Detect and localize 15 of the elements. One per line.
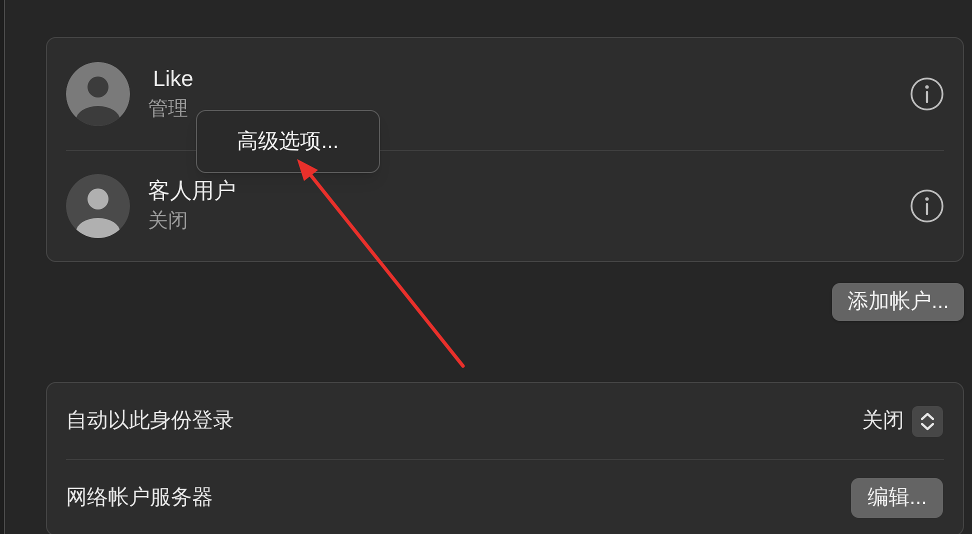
- info-icon[interactable]: [910, 76, 944, 111]
- account-status: 关闭: [148, 208, 189, 234]
- info-icon[interactable]: [910, 188, 944, 223]
- account-name: Like: [152, 64, 194, 93]
- setting-label: 网络帐户服务器: [66, 484, 213, 511]
- stepper-icon[interactable]: [912, 406, 943, 436]
- account-status: 管理: [148, 96, 189, 122]
- setting-label: 自动以此身份登录: [66, 408, 234, 434]
- add-account-button[interactable]: 添加帐户...: [832, 283, 964, 321]
- popup-value[interactable]: 关闭: [862, 405, 904, 437]
- account-name: 客人用户: [148, 176, 237, 205]
- avatar-icon: [66, 62, 130, 126]
- edit-button[interactable]: 编辑...: [851, 478, 943, 518]
- menu-item[interactable]: 高级选项...: [237, 126, 339, 158]
- avatar-icon: [66, 174, 130, 238]
